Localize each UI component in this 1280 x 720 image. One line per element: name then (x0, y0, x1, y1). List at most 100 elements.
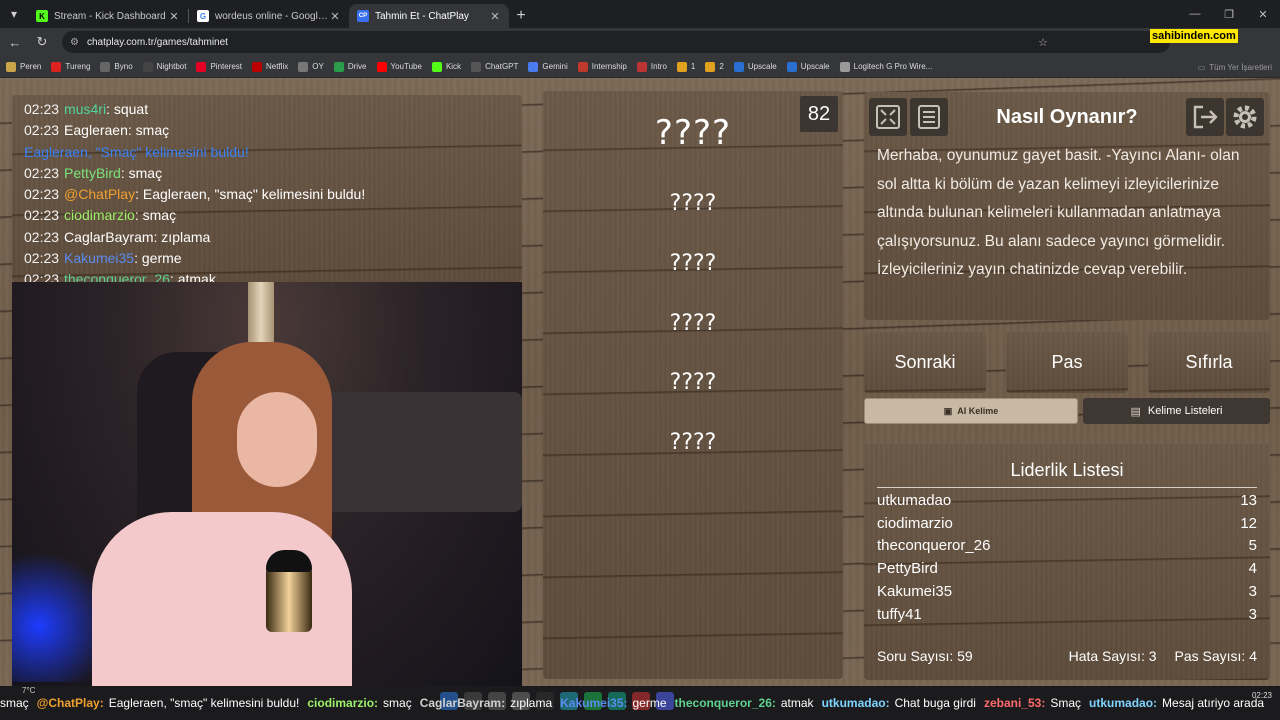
address-bar[interactable]: ⚙ chatplay.com.tr/games/tahminet ☆ (62, 31, 1170, 53)
chat-username[interactable]: @ChatPlay (64, 186, 135, 202)
bookmark-item[interactable]: Kick (431, 61, 461, 72)
maximize-icon[interactable]: ❐ (1212, 0, 1246, 28)
exit-icon[interactable] (1186, 98, 1224, 136)
close-window-icon[interactable]: ✕ (1246, 0, 1280, 28)
bookmark-label: Internship (591, 62, 627, 71)
gemini-icon (528, 61, 539, 72)
leaderboard-row: utkumadao 13 (877, 490, 1257, 513)
sahibinden-extension-badge[interactable]: sahibinden.com (1150, 29, 1238, 43)
next-button[interactable]: Sonraki (864, 332, 986, 393)
logitech-icon (839, 61, 850, 72)
bookmark-item[interactable]: Peren (6, 61, 41, 72)
chat-username[interactable]: PettyBird (64, 165, 121, 181)
ticker-message: ciodimarzio: smaç (307, 696, 411, 710)
ticker-message: @ChatPlay: Eagleraen, "smaç" kelimesini b… (37, 696, 300, 710)
tab-kick-dashboard[interactable]: K Stream - Kick Dashboard ✕ (28, 4, 188, 28)
bookmark-label: OY (312, 62, 324, 71)
bookmark-item[interactable]: Nightbot (142, 61, 187, 72)
new-tab-button[interactable]: + (509, 4, 533, 28)
nightbot-icon (142, 61, 153, 72)
ai-word-tab[interactable]: ▣ AI Kelime (864, 398, 1078, 424)
ticker-message: CaglarBayram: zıplama (420, 696, 552, 710)
chat-message: 02:23 @ChatPlay: Eagleraen, "smaç" kelime… (24, 184, 510, 205)
reload-button[interactable]: ↻ (30, 30, 54, 54)
forbidden-word: ???? (669, 251, 717, 276)
ticker-text: Smaç (1050, 696, 1082, 710)
settings-gear-icon[interactable] (1226, 98, 1264, 136)
bookmark-item[interactable]: 2 (705, 61, 724, 72)
bookmark-item[interactable]: Tureng (51, 61, 90, 72)
ticker-username: zebani_53: (983, 696, 1046, 710)
ticker-text: Chat buga girdi (894, 696, 976, 710)
bookmark-item[interactable]: Intro (636, 61, 667, 72)
chat-text: : smaç (120, 164, 163, 181)
forbidden-word: ???? (669, 191, 717, 216)
tab-google-search[interactable]: G wordeus online - Google'da Ar ✕ (189, 4, 349, 28)
bookmark-item[interactable]: OY (298, 61, 324, 72)
taskbar-clock[interactable]: 02:23 (1252, 690, 1272, 701)
leaderboard-list[interactable]: utkumadao 13 ciodimarzio 12 theconqueror_26 5… (877, 490, 1257, 626)
ticker-username: CaglarBayram: (419, 696, 506, 710)
bookmark-item[interactable]: Upscale (786, 61, 830, 72)
chat-timestamp: 02:23 (24, 207, 60, 224)
chat-username[interactable]: mus4ri (64, 101, 106, 117)
bookmark-item[interactable]: Logitech G Pro Wire... (839, 61, 932, 72)
taskbar: 7°C smaç @ChatPlay: Eagleraen, "smaç" keli… (0, 686, 1280, 720)
chat-username[interactable]: CaglarBayram (64, 229, 153, 245)
player-score: 3 (1248, 582, 1257, 600)
tab-chatplay[interactable]: CP Tahmin Et - ChatPlay ✕ (349, 4, 509, 28)
question-count: Soru Sayısı: 59 (877, 648, 973, 664)
ticker-message: utkumadao: Chat buga girdi (822, 696, 976, 710)
close-icon[interactable]: ✕ (489, 10, 501, 23)
bookmark-label: Nightbot (156, 62, 187, 71)
site-info-icon[interactable]: ⚙ (70, 37, 79, 48)
ticker-username: Kakumei35: (560, 696, 628, 710)
bookmark-label: ChatGPT (485, 62, 519, 71)
close-icon[interactable]: ✕ (329, 10, 341, 23)
one-icon (676, 61, 687, 72)
bookmark-label: YouTube (390, 62, 422, 71)
back-button[interactable]: ← (3, 30, 27, 54)
bookmark-item[interactable]: ChatGPT (471, 61, 519, 72)
bookmark-item[interactable]: Internship (577, 61, 627, 72)
bookmark-item[interactable]: Netflix (252, 61, 288, 72)
pass-button[interactable]: Pas (1006, 332, 1128, 393)
how-to-play-text: Merhaba, oyunumuz gayet basit. -Yayıncı … (877, 147, 1240, 278)
bookmark-item[interactable]: Pinterest (196, 61, 242, 72)
bookmark-item[interactable]: Gemini (528, 61, 568, 72)
chat-username[interactable]: Kakumei35 (64, 250, 134, 266)
ticker-username: ciodimarzio: (307, 696, 379, 710)
leaderboard-title: Liderlik Listesi (877, 460, 1257, 488)
chat-username[interactable]: ciodimarzio (64, 207, 135, 223)
ticker-text: smaç (383, 696, 412, 710)
close-icon[interactable]: ✕ (168, 10, 180, 23)
chat-message: 02:23 CaglarBayram: zıplama (24, 227, 510, 248)
bookmark-star-icon[interactable]: ☆ (1038, 36, 1048, 49)
bookmark-item[interactable]: YouTube (376, 61, 422, 72)
folder-icon: ▭ (1197, 62, 1206, 72)
chat-username[interactable]: Eagleraen (64, 122, 128, 138)
bookmark-item[interactable]: 1 (676, 61, 695, 72)
bookmark-item[interactable]: Upscale (733, 61, 777, 72)
all-bookmarks-link[interactable]: ▭ Tüm Yer İşaretleri (1197, 56, 1272, 77)
word-lists-tab[interactable]: ▤ Kelime Listeleri (1083, 398, 1270, 424)
bookmark-item[interactable]: Byno (100, 61, 133, 72)
ticker-message: utkumadao: Mesaj atıriyo arada (1089, 696, 1264, 710)
chat-message: 02:23 ciodimarzio: smaç (24, 205, 510, 226)
tureng-icon (51, 61, 62, 72)
chat-username[interactable]: theconqueror_26 (64, 271, 170, 282)
pass-count: Pas Sayısı: 4 (1174, 648, 1257, 664)
chat-timestamp: 02:23 (24, 186, 60, 203)
chat-message: 02:23 theconqueror_26: atmak (24, 269, 510, 282)
bookmark-label: Intro (650, 62, 667, 71)
tab-search-icon[interactable]: ▾ (0, 0, 28, 28)
chatplay-favicon-icon: CP (357, 10, 369, 22)
chat-text: Eagleraen, "Smaç" kelimesini buldu! (24, 143, 249, 160)
bookmark-label: Upscale (747, 62, 777, 71)
ticker-username: @ChatPlay: (36, 696, 104, 710)
pinterest-icon (196, 61, 207, 72)
window-controls: — ❐ ✕ (1178, 0, 1280, 28)
bookmark-item[interactable]: Drive (333, 61, 367, 72)
reset-button[interactable]: Sıfırla (1148, 332, 1270, 393)
minimize-icon[interactable]: — (1178, 0, 1212, 28)
